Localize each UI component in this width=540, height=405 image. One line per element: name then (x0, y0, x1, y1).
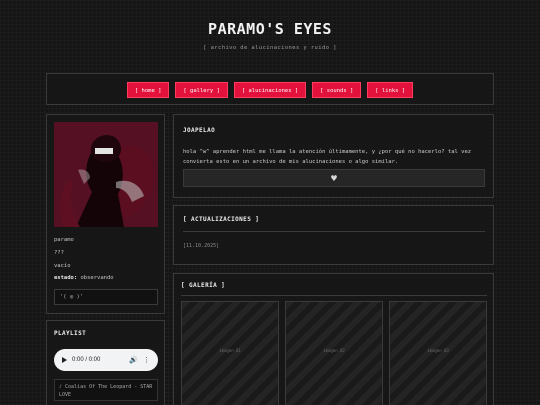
nav-links: [ home ] [ gallery ] [ alucinaciones ] [… (47, 82, 493, 98)
divider (181, 295, 487, 296)
intro-button-bar[interactable]: ♥ (183, 169, 485, 187)
track-title[interactable]: ♪ Coalias Of The Leopard - STAR LOVE (54, 379, 158, 401)
nav-links-button[interactable]: [ links ] (367, 82, 414, 98)
heart-icon[interactable]: ♥ (330, 174, 337, 183)
status-label: estado: (54, 275, 78, 281)
profile-line-2: ??? (54, 250, 64, 256)
profile-status: estado: observando (54, 275, 114, 281)
updates-title: [ ACTUALIZACIONES ] (183, 216, 260, 223)
profile-panel: paramo ??? vacío estado: observando '( ◎… (46, 114, 165, 314)
gallery-tile[interactable]: imagen 02 (285, 301, 383, 405)
updates-panel: [ ACTUALIZACIONES ] [11.10.2025] (173, 205, 494, 265)
gallery-tile[interactable]: imagen 03 (389, 301, 487, 405)
gallery-tile[interactable]: imagen 01 (181, 301, 279, 405)
avatar-illustration (54, 122, 158, 227)
avatar (54, 122, 158, 227)
gallery-panel: [ GALERÍA ] imagen 01 imagen 02 imagen 0… (173, 273, 494, 405)
gallery-tile-label: imagen 03 (427, 348, 449, 353)
site-subtitle: [ archivo de alucinaciones y ruido ] (203, 45, 337, 51)
nav-sounds-button[interactable]: [ sounds ] (312, 82, 362, 98)
divider (183, 231, 485, 232)
gallery-title: [ GALERÍA ] (181, 282, 226, 289)
status-box: '( ◎ )' (54, 289, 158, 305)
profile-name: paramo (54, 237, 74, 243)
gallery-tile-label: imagen 02 (323, 348, 345, 353)
more-options-icon[interactable]: ⋮ (143, 356, 150, 364)
playlist-title: PLAYLIST (54, 330, 87, 337)
audio-player: 0:00 / 0:00 🔊 ⋮ (54, 349, 158, 371)
playlist-panel: PLAYLIST 0:00 / 0:00 🔊 ⋮ ♪ Coalias Of Th… (46, 320, 165, 405)
gallery-tile-label: imagen 01 (219, 348, 241, 353)
intro-panel: JOAPELAO hola ^w^ aprender html me llama… (173, 114, 494, 198)
audio-time: 0:00 / 0:00 (72, 357, 101, 363)
nav-alucinaciones-button[interactable]: [ alucinaciones ] (233, 82, 307, 98)
nav-gallery-button[interactable]: [ gallery ] (175, 82, 228, 98)
nav-bar: [ home ] [ gallery ] [ alucinaciones ] [… (46, 73, 494, 105)
intro-title: JOAPELAO (183, 127, 216, 134)
profile-line-3: vacío (54, 263, 71, 269)
intro-text: hola ^w^ aprender html me llama la atenc… (183, 149, 472, 165)
status-value: observando (80, 275, 114, 281)
nav-home-button[interactable]: [ home ] (126, 82, 170, 98)
site-title: PARAMO'S EYES (208, 20, 332, 38)
volume-icon[interactable]: 🔊 (129, 356, 138, 364)
update-date: [11.10.2025] (183, 243, 220, 249)
play-icon[interactable] (62, 357, 67, 363)
